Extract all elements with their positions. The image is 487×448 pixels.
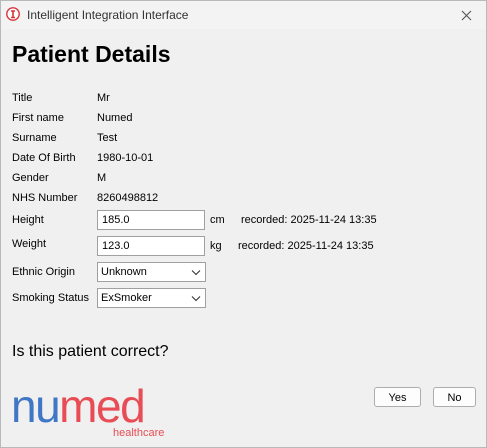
confirmation-question: Is this patient correct? xyxy=(12,343,169,360)
nhs-number-label: NHS Number xyxy=(12,192,78,204)
title-bar[interactable]: Intelligent Integration Interface xyxy=(1,1,486,29)
close-button[interactable] xyxy=(446,1,486,29)
weight-input[interactable] xyxy=(97,236,205,256)
gender-label: Gender xyxy=(12,172,49,184)
first-name-value: Numed xyxy=(97,112,133,124)
ethnic-origin-label: Ethnic Origin xyxy=(12,266,75,278)
weight-recorded: recorded: 2025-11-24 13:35 xyxy=(238,240,374,252)
height-label: Height xyxy=(12,214,44,226)
ethnic-origin-value: Unknown xyxy=(101,266,147,278)
surname-value: Test xyxy=(97,132,118,144)
smoking-status-select[interactable]: ExSmoker xyxy=(97,288,206,308)
chevron-down-icon xyxy=(191,296,201,302)
logo-tagline: healthcare xyxy=(113,427,164,439)
weight-unit: kg xyxy=(210,240,222,252)
dob-label: Date Of Birth xyxy=(12,152,76,164)
height-unit: cm xyxy=(210,214,225,226)
ethnic-origin-select[interactable]: Unknown xyxy=(97,262,206,282)
height-recorded: recorded: 2025-11-24 13:35 xyxy=(241,214,377,226)
dob-value: 1980-10-01 xyxy=(97,152,154,164)
weight-label: Weight xyxy=(12,238,47,250)
first-name-label: First name xyxy=(12,112,64,124)
page-title: Patient Details xyxy=(12,41,171,67)
window-title: Intelligent Integration Interface xyxy=(27,8,189,22)
dialog-window: Intelligent Integration Interface Patien… xyxy=(0,0,487,448)
height-input[interactable] xyxy=(97,210,205,230)
yes-button[interactable]: Yes xyxy=(374,387,421,407)
title-value: Mr xyxy=(97,92,110,104)
numed-healthcare-logo: numed healthcare xyxy=(11,384,164,439)
smoking-status-value: ExSmoker xyxy=(101,292,152,304)
gender-value: M xyxy=(97,172,107,184)
logo-brand-part1: nu xyxy=(11,384,59,432)
app-logo-icon xyxy=(6,7,20,21)
surname-label: Surname xyxy=(12,132,57,144)
close-icon xyxy=(461,10,471,20)
smoking-status-label: Smoking Status xyxy=(12,292,90,304)
title-label: Title xyxy=(12,92,33,104)
no-button[interactable]: No xyxy=(433,387,476,407)
logo-brand-part2: med xyxy=(59,384,144,432)
nhs-number-value: 8260498812 xyxy=(97,192,159,204)
chevron-down-icon xyxy=(191,270,201,276)
logo-brand-text: numed xyxy=(11,384,144,432)
